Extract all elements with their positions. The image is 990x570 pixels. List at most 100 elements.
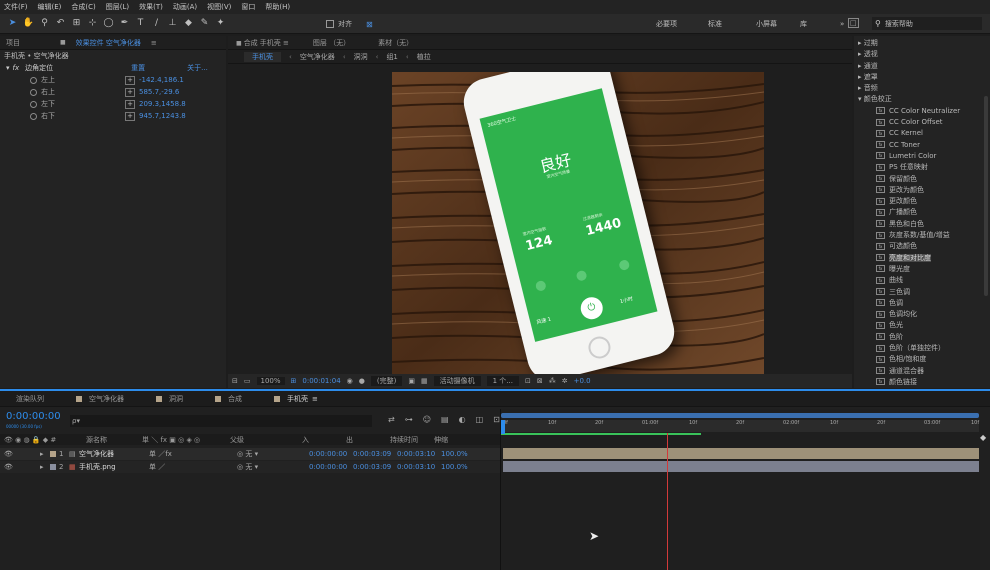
stopwatch-icon[interactable] xyxy=(30,88,37,96)
parent-dropdown[interactable]: ◎ 无 ▾ xyxy=(237,462,309,472)
visibility-icon[interactable]: 👁 xyxy=(0,450,40,458)
time-ruler[interactable]: 0f 10f 20f 01:00f 10f 20f 02:00f 10f 20f… xyxy=(501,420,979,432)
layer-stretch[interactable]: 100.0% xyxy=(441,450,468,458)
layer-name[interactable]: 空气净化器 xyxy=(79,449,149,459)
layer-row[interactable]: 👁 ▸ 1 ▤ 空气净化器 单 ／fx ◎ 无 ▾ 0:00:00:00 0:0… xyxy=(0,448,500,460)
menu-window[interactable]: 窗口 xyxy=(241,2,255,12)
snap-options-icon[interactable]: ⊠ xyxy=(366,20,373,29)
effect-item[interactable]: fx 可选颜色 xyxy=(876,241,990,252)
layer-row[interactable]: 👁 ▸ 2 ▦ 手机壳.png 单 ／ ◎ 无 ▾ 0:00:00:00 0:0… xyxy=(0,461,500,473)
effect-item[interactable]: fx 通道混合器 xyxy=(876,366,990,377)
resolution-dropdown[interactable]: (完整) xyxy=(370,376,403,386)
layer-name[interactable]: 手机壳.png xyxy=(79,462,149,472)
roto-brush-tool-icon[interactable]: ✎ xyxy=(198,17,211,30)
category-item[interactable]: ▸ 遮罩 xyxy=(858,72,990,83)
camera-dropdown[interactable]: 活动摄像机 xyxy=(433,376,481,386)
zoom-tool-icon[interactable]: ⚲ xyxy=(38,17,51,30)
layer-in[interactable]: 0:00:00:00 xyxy=(309,463,353,471)
zoom-dropdown[interactable]: 100% xyxy=(256,377,285,385)
pan-behind-tool-icon[interactable]: ⊹ xyxy=(86,17,99,30)
timeline-zoom-icon[interactable]: ◆ xyxy=(980,433,990,447)
render-icon[interactable]: ⊠ xyxy=(537,377,543,385)
layer-duration[interactable]: 0:00:03:10 xyxy=(397,450,441,458)
param-value[interactable]: 585.7,-29.6 xyxy=(139,88,179,96)
comp-mini-flowchart-icon[interactable]: ⇄ xyxy=(388,415,395,424)
camera-tool-icon[interactable]: ⊞ xyxy=(70,17,83,30)
layer-bar-2[interactable] xyxy=(503,461,979,472)
category-item[interactable]: ▸ 音频 xyxy=(858,83,990,94)
expand-arrow-icon[interactable]: ▸ xyxy=(40,450,50,458)
menu-layer[interactable]: 图层(L) xyxy=(106,2,129,12)
timeline-search-input[interactable]: ρ▾ xyxy=(70,415,372,427)
stopwatch-icon[interactable] xyxy=(30,76,37,84)
layer-duration[interactable]: 0:00:03:10 xyxy=(397,463,441,471)
flow-item[interactable]: 组1 xyxy=(386,52,397,62)
color-channel-icon[interactable]: ● xyxy=(359,377,365,385)
effect-item[interactable]: fx 色阶 xyxy=(876,332,990,343)
stopwatch-icon[interactable] xyxy=(30,100,37,108)
motion-blur-icon[interactable]: ◐ xyxy=(459,415,466,424)
layer-switches[interactable]: 单 ／fx xyxy=(149,449,237,459)
menu-animation[interactable]: 动画(A) xyxy=(173,2,197,12)
effect-reset-button[interactable]: 重置 xyxy=(131,63,187,73)
stopwatch-icon[interactable] xyxy=(30,112,37,120)
work-area-bar[interactable] xyxy=(501,413,979,418)
category-item[interactable]: ▸ 通道 xyxy=(858,61,990,72)
workspace-library[interactable]: 库 xyxy=(800,19,840,29)
workspace-standard[interactable]: 标准 xyxy=(708,19,756,29)
shy-icon[interactable]: ☺ xyxy=(423,415,431,424)
effect-item[interactable]: fx CC Color Neutralizer xyxy=(876,106,990,117)
flow-item-active[interactable]: 手机壳 xyxy=(244,51,281,62)
effect-item[interactable]: fx Lumetri Color xyxy=(876,151,990,162)
timeline-timecode[interactable]: 0:00:00:00 xyxy=(6,411,61,422)
menu-edit[interactable]: 编辑(E) xyxy=(38,2,62,12)
layer-bar-1[interactable] xyxy=(503,448,979,459)
effect-item[interactable]: fx 曝光度 xyxy=(876,264,990,275)
crosshair-icon[interactable]: + xyxy=(125,111,135,121)
puppet-pin-tool-icon[interactable]: ✦ xyxy=(214,17,227,30)
label-color-swatch[interactable] xyxy=(50,464,56,470)
effect-item[interactable]: fx 保留颜色 xyxy=(876,174,990,185)
effect-about-button[interactable]: 关于... xyxy=(187,63,208,73)
pen-tool-icon[interactable]: ✒ xyxy=(118,17,131,30)
menu-view[interactable]: 视图(V) xyxy=(207,2,231,12)
graph-editor-icon[interactable]: ◫ xyxy=(476,415,484,424)
tab-project[interactable]: 项目 xyxy=(6,38,20,48)
effect-item[interactable]: fx 色调 xyxy=(876,298,990,309)
layer-in[interactable]: 0:00:00:00 xyxy=(309,450,353,458)
panel-menu-icon[interactable]: ≡ xyxy=(151,39,157,47)
frame-blending-icon[interactable]: ▤ xyxy=(441,415,449,424)
exposure-value[interactable]: +0.0 xyxy=(574,377,591,385)
tab-comp-light[interactable]: 合成 xyxy=(215,394,242,404)
effect-item[interactable]: fx 黑色和白色 xyxy=(876,219,990,230)
menu-file[interactable]: 文件(F) xyxy=(4,2,28,12)
tab-comp-holes[interactable]: 洞洞 xyxy=(156,394,183,404)
param-value[interactable]: 209.3,1458.8 xyxy=(139,100,186,108)
effect-item[interactable]: fx 灰度系数/基值/增益 xyxy=(876,230,990,241)
effect-item[interactable]: fx 色阶（单独控件） xyxy=(876,343,990,354)
effect-item[interactable]: fx 更改颜色 xyxy=(876,196,990,207)
layer-out[interactable]: 0:00:03:09 xyxy=(353,450,397,458)
crosshair-icon[interactable]: + xyxy=(125,75,135,85)
help-search[interactable]: ⚲ 搜索帮助 xyxy=(872,17,982,30)
type-tool-icon[interactable]: T xyxy=(134,17,147,30)
reset-exposure-icon[interactable]: ✲ xyxy=(562,377,568,385)
flow-item[interactable]: 空气净化器 xyxy=(300,52,335,62)
snap-checkbox[interactable] xyxy=(326,20,334,28)
layout-icon[interactable]: ⊡ xyxy=(525,377,531,385)
param-value[interactable]: -142.4,186.1 xyxy=(139,76,184,84)
fx-icon[interactable]: fx xyxy=(13,64,20,72)
rotate-tool-icon[interactable]: ↶ xyxy=(54,17,67,30)
menu-help[interactable]: 帮助(H) xyxy=(265,2,290,12)
effect-item[interactable]: fx 色相/饱和度 xyxy=(876,354,990,365)
menu-composition[interactable]: 合成(C) xyxy=(71,2,95,12)
grid-icon[interactable]: ⊞ xyxy=(291,377,297,385)
tab-comp-phone-active[interactable]: 手机壳 ≡ xyxy=(274,394,318,404)
effect-item[interactable]: fx CC Toner xyxy=(876,140,990,151)
tab-effect-controls[interactable]: 效果控件 空气净化器 xyxy=(76,38,141,48)
crosshair-icon[interactable]: + xyxy=(125,87,135,97)
menu-effect[interactable]: 效果(T) xyxy=(139,2,163,12)
timeline-track-area[interactable]: 0f 10f 20f 01:00f 10f 20f 02:00f 10f 20f… xyxy=(500,409,980,570)
tab-footage[interactable]: 素材（无） xyxy=(378,38,413,48)
help-search-input[interactable]: 搜索帮助 xyxy=(885,19,913,29)
